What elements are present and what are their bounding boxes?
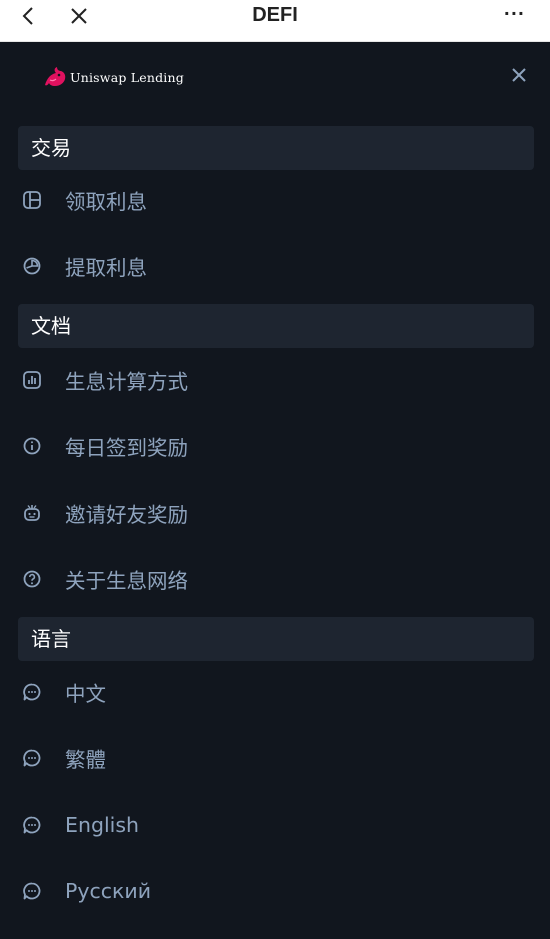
- pie-chart-icon: [23, 257, 41, 275]
- menu-item-label: 每日签到奖励: [65, 436, 188, 460]
- section-header-language: 语言: [18, 617, 534, 661]
- unicorn-logo-icon: [45, 67, 66, 86]
- menu-item-label: 领取利息: [65, 190, 147, 214]
- section-header-trade: 交易: [18, 126, 534, 170]
- chat-icon: [23, 749, 41, 767]
- menu-item-label: 中文: [65, 682, 106, 706]
- menu-item-lang-zh-tw[interactable]: 繁體: [0, 728, 550, 788]
- brand-logo: Uniswap Lending: [42, 63, 184, 91]
- robot-icon: [24, 505, 40, 521]
- menu-item-lang-ru[interactable]: Русский: [0, 861, 550, 921]
- menu-item-daily-checkin[interactable]: 每日签到奖励: [0, 416, 550, 476]
- menu-item-label: 繁體: [65, 748, 106, 772]
- info-icon: [23, 437, 41, 455]
- side-menu-panel: Uniswap Lending 交易 领取利息 提取利息 文档 生息计算方式 每…: [0, 42, 550, 939]
- menu-item-label: English: [65, 813, 140, 837]
- chat-icon: [23, 683, 41, 701]
- chat-icon: [23, 882, 41, 900]
- menu-item-label: Русский: [65, 879, 152, 903]
- menu-item-label: 生息计算方式: [65, 370, 188, 394]
- more-options-button[interactable]: ···: [504, 4, 525, 23]
- menu-item-invite-friends[interactable]: 邀请好友奖励: [0, 483, 550, 543]
- help-icon: [23, 570, 41, 588]
- top-navigation-bar: DEFI ···: [0, 0, 550, 42]
- menu-item-claim-interest[interactable]: 领取利息: [0, 170, 550, 230]
- close-menu-icon[interactable]: [508, 64, 530, 86]
- section-header-docs: 文档: [18, 304, 534, 348]
- menu-item-withdraw-interest[interactable]: 提取利息: [0, 236, 550, 296]
- menu-item-label: 邀请好友奖励: [65, 503, 188, 527]
- menu-item-lang-en[interactable]: English: [0, 795, 550, 855]
- page-title: DEFI: [252, 4, 298, 26]
- layout-icon: [23, 191, 41, 209]
- menu-item-label: 关于生息网络: [65, 569, 188, 593]
- bar-chart-icon: [23, 371, 41, 389]
- menu-item-lang-zh[interactable]: 中文: [0, 662, 550, 722]
- brand-name: Uniswap Lending: [70, 69, 184, 85]
- menu-item-about-network[interactable]: 关于生息网络: [0, 549, 550, 609]
- menu-item-label: 提取利息: [65, 256, 147, 280]
- menu-item-interest-calculation[interactable]: 生息计算方式: [0, 350, 550, 410]
- chat-icon: [23, 816, 41, 834]
